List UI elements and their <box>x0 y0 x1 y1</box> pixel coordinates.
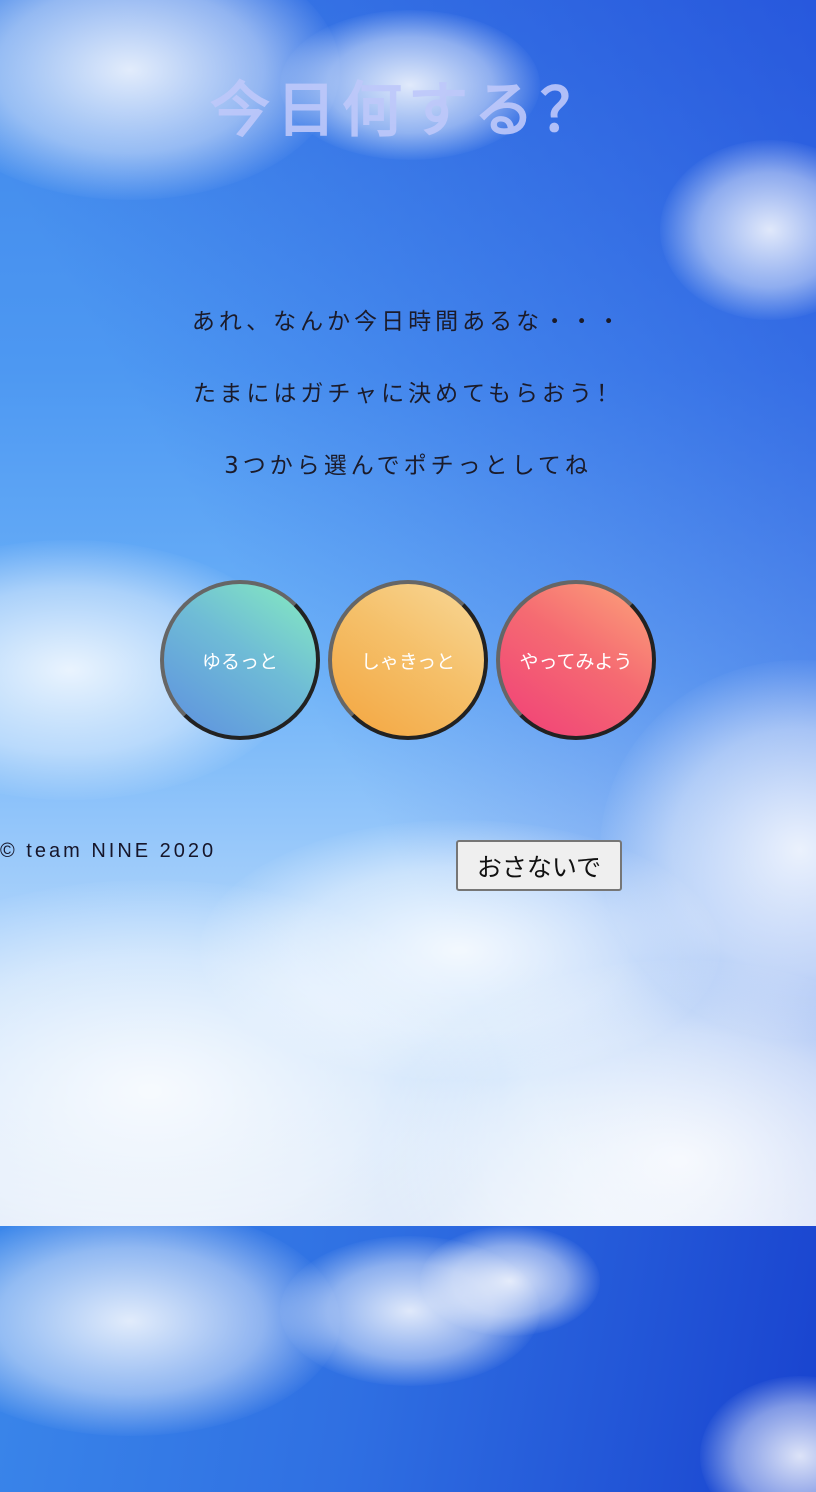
intro-message-2: たまにはガチャに決めてもらおう！ <box>193 381 623 407</box>
choice-button-yurutto[interactable]: ゆるっと <box>160 580 320 740</box>
choice-button-shakitto[interactable]: しゃきっと <box>328 580 488 740</box>
intro-message-1: あれ、なんか今日時間あるな・・・ <box>191 309 625 335</box>
do-not-push-button[interactable]: おさないで <box>456 840 622 891</box>
copyright-text: © team NINE 2020 <box>0 840 217 862</box>
choice-button-label: しゃきっと <box>360 650 456 673</box>
intro-message-3: 3つから選んでポチっとしてね <box>224 453 592 479</box>
page-title: 今日何する？ <box>210 76 606 146</box>
choice-button-label: やってみよう <box>519 650 633 673</box>
choice-button-label: ゆるっと <box>201 650 278 673</box>
choice-button-yattemiyou[interactable]: やってみよう <box>496 580 656 740</box>
sky-background-tile <box>0 1226 816 1492</box>
